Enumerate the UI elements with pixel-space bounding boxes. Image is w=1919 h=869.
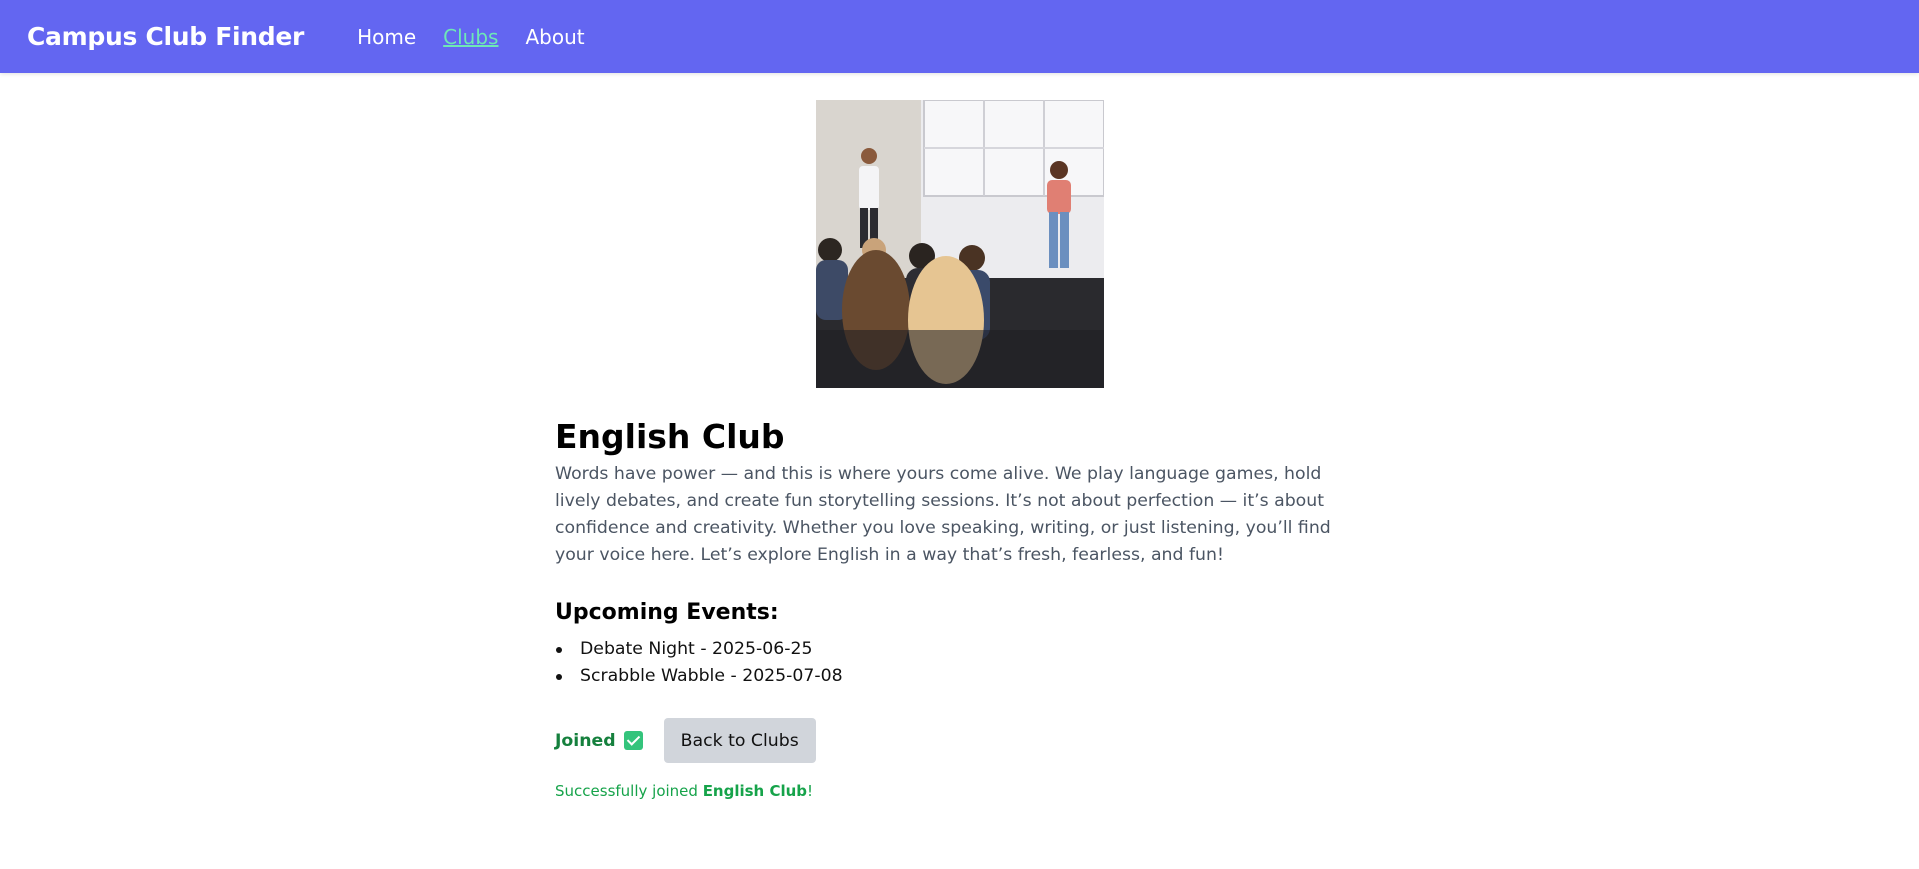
club-detail: English Club Words have power — and this… (555, 414, 1355, 800)
events-list: Debate Night - 2025-06-25 Scrabble Wabbl… (555, 636, 1355, 690)
nav-link-about[interactable]: About (525, 25, 584, 49)
success-message-suffix: ! (807, 782, 814, 800)
success-message-prefix: Successfully joined (555, 782, 703, 800)
success-message: Successfully joined English Club! (555, 782, 1355, 800)
action-row: Joined Back to Clubs (555, 718, 1355, 763)
brand-title[interactable]: Campus Club Finder (27, 22, 304, 51)
nav-link-home[interactable]: Home (357, 25, 416, 49)
top-navbar: Campus Club Finder Home Clubs About (0, 0, 1919, 73)
event-item: Debate Night - 2025-06-25 (555, 636, 1355, 663)
checkmark-icon (623, 731, 643, 750)
nav-link-clubs[interactable]: Clubs (443, 25, 498, 49)
events-heading: Upcoming Events: (555, 600, 779, 625)
joined-label: Joined (555, 730, 616, 751)
club-title: English Club (555, 417, 785, 456)
joined-status: Joined (555, 731, 643, 751)
club-photo-illustration (816, 100, 1104, 388)
club-description: Words have power — and this is where you… (555, 464, 1331, 565)
back-to-clubs-button[interactable]: Back to Clubs (663, 718, 816, 763)
success-message-club-name: English Club (702, 782, 808, 800)
club-photo (816, 100, 1104, 388)
event-item: Scrabble Wabble - 2025-07-08 (555, 663, 1355, 690)
